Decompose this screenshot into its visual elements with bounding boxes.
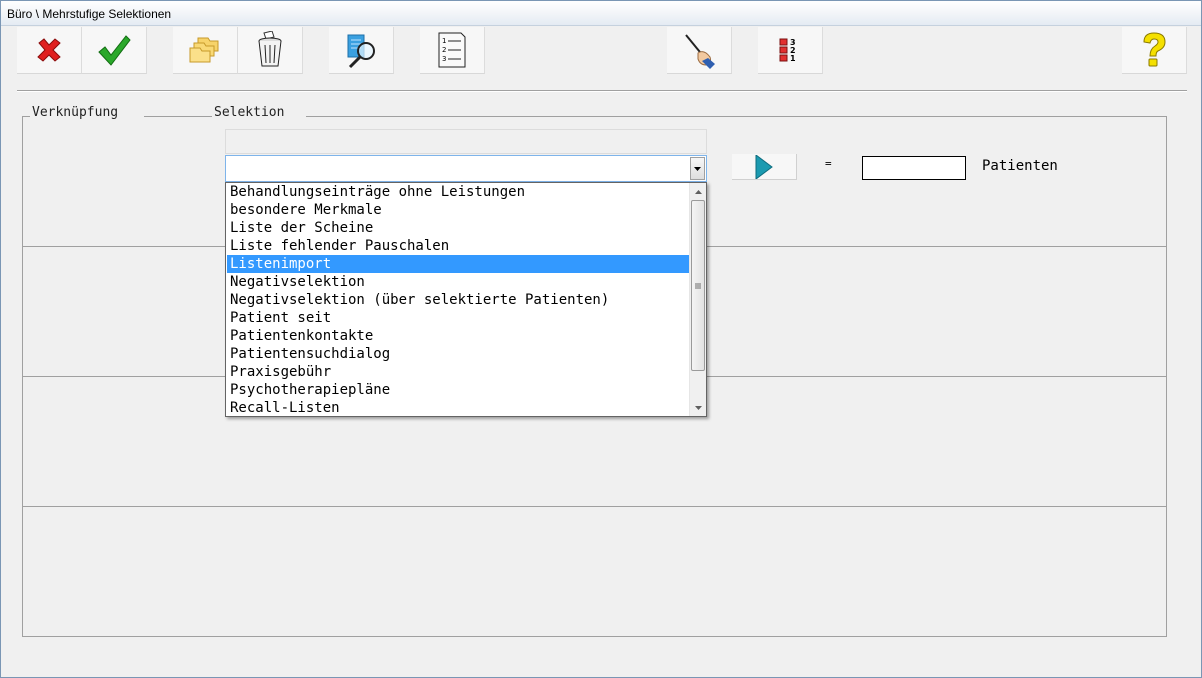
green-check-icon [98, 35, 131, 66]
ranking-button[interactable]: 3 2 1 [758, 27, 823, 74]
dropdown-option[interactable]: Psychotherapiepläne [227, 381, 689, 399]
cancel-button[interactable] [17, 27, 82, 74]
folders-button[interactable] [173, 27, 238, 74]
ranking-321-icon: 3 2 1 [779, 38, 796, 63]
link-group-label: Verknüpfung [30, 105, 144, 121]
dropdown-option[interactable]: Liste der Scheine [227, 219, 689, 237]
edit-button[interactable] [667, 27, 732, 74]
dropdown-scrollbar[interactable] [689, 183, 706, 416]
pen-hand-icon [685, 34, 715, 69]
toolbar-separator [17, 90, 1187, 92]
ranking-digit-1: 1 [790, 54, 796, 63]
play-arrow-icon [755, 154, 773, 179]
numbered-list-button[interactable]: 1 2 3 [420, 27, 485, 74]
folder-stack-icon [189, 37, 219, 63]
patients-label: Patienten [982, 158, 1058, 174]
app-window: Büro \ Mehrstufige Selektionen 1 2 3 3 2… [0, 0, 1202, 678]
dropdown-options: Behandlungseinträge ohne Leistungen beso… [227, 183, 689, 416]
selection-dropdown-list: Behandlungseinträge ohne Leistungen beso… [225, 182, 707, 417]
chevron-down-icon [694, 166, 701, 171]
title-bar: Büro \ Mehrstufige Selektionen [1, 1, 1201, 26]
dropdown-option[interactable]: Patient seit [227, 309, 689, 327]
question-mark-icon [1143, 32, 1166, 67]
dropdown-option[interactable]: Praxisgebühr [227, 363, 689, 381]
dropdown-option-highlighted[interactable]: Listenimport [227, 255, 689, 273]
red-x-icon [37, 38, 61, 62]
dropdown-option[interactable]: Liste fehlender Pauschalen [227, 237, 689, 255]
chevron-down-icon [694, 405, 702, 410]
equals-sign: = [825, 157, 832, 170]
list-digit-3: 3 [442, 55, 446, 63]
confirm-button[interactable] [82, 27, 147, 74]
help-button[interactable] [1122, 27, 1187, 74]
dropdown-option[interactable]: Behandlungseinträge ohne Leistungen [227, 183, 689, 201]
dropdown-option[interactable]: besondere Merkmale [227, 201, 689, 219]
trash-can-icon [258, 31, 282, 67]
selection-combobox[interactable] [225, 155, 707, 182]
selection-group-label: Selektion [212, 105, 306, 121]
scroll-thumb[interactable] [691, 200, 705, 371]
dropdown-option[interactable]: Negativselektion [227, 273, 689, 291]
numbered-list-icon: 1 2 3 [438, 32, 466, 68]
dropdown-option[interactable]: Patientensuchdialog [227, 345, 689, 363]
delete-button[interactable] [238, 27, 303, 74]
list-digit-2: 2 [442, 46, 446, 54]
dropdown-option[interactable]: Negativselektion (über selektierte Patie… [227, 291, 689, 309]
scroll-up-button[interactable] [690, 183, 706, 200]
patient-count-field [862, 156, 966, 180]
run-selection-button[interactable] [732, 154, 797, 180]
scroll-down-button[interactable] [690, 399, 706, 416]
combobox-dropdown-button[interactable] [690, 157, 705, 180]
magnifier-page-icon [347, 34, 375, 69]
row-divider [22, 506, 1167, 507]
dropdown-option[interactable]: Recall-Listen [227, 399, 689, 417]
selection-previous-field [225, 129, 707, 154]
grip-icon [695, 283, 701, 288]
chevron-up-icon [694, 189, 702, 194]
list-digit-1: 1 [442, 37, 446, 45]
search-button[interactable] [329, 27, 394, 74]
window-title: Büro \ Mehrstufige Selektionen [7, 7, 172, 21]
dropdown-option[interactable]: Patientenkontakte [227, 327, 689, 345]
